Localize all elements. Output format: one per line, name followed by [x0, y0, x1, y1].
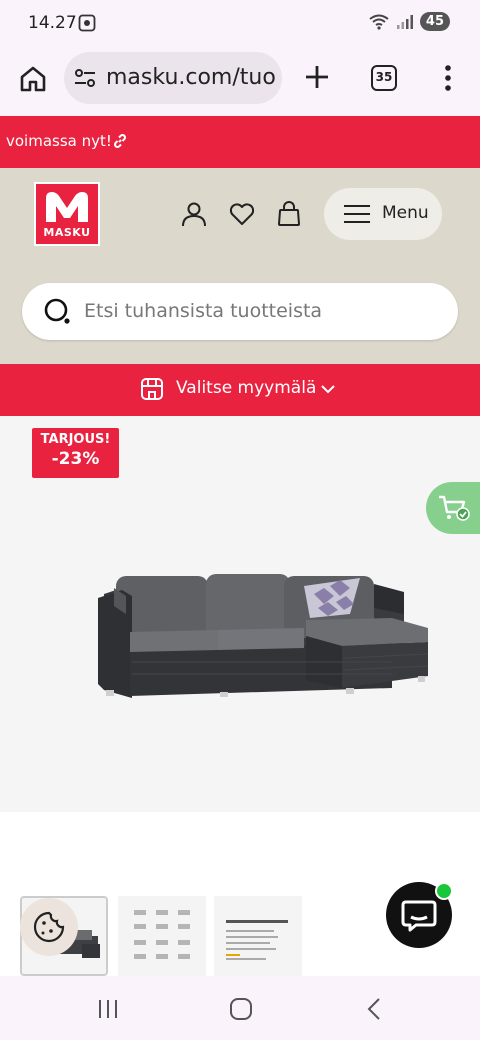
tab-switcher-button[interactable]: 35 — [371, 65, 397, 91]
home-nav-icon[interactable] — [228, 996, 254, 1022]
product-image-sofa[interactable] — [92, 566, 432, 716]
chevron-down-icon — [321, 385, 335, 394]
search-placeholder: Etsi tuhansista tuotteista — [84, 300, 323, 322]
screenshot-icon — [78, 14, 96, 32]
search-icon — [44, 298, 70, 324]
signal-icon — [396, 14, 413, 29]
bag-icon[interactable] — [275, 200, 303, 228]
logo-text: MASKU — [43, 226, 91, 239]
sale-badge-discount: -23% — [51, 449, 100, 469]
address-bar[interactable]: masku.com/tuo — [64, 52, 282, 104]
sale-badge: TARJOUS! -23% — [32, 428, 119, 478]
link-icon[interactable] — [112, 133, 128, 149]
thumbnail-info-sheet[interactable] — [214, 896, 302, 976]
sale-badge-label: TARJOUS! — [40, 432, 111, 447]
battery-indicator: 45 — [419, 12, 450, 31]
tune-icon[interactable] — [74, 68, 96, 88]
search-input[interactable]: Etsi tuhansista tuotteista — [22, 283, 458, 340]
wifi-icon — [369, 14, 389, 30]
cookie-icon — [33, 911, 65, 943]
browser-toolbar: masku.com/tuo 35 — [0, 48, 480, 116]
product-image-gallery[interactable]: TARJOUS! -23% — [0, 416, 480, 812]
url-text[interactable]: masku.com/tuo — [106, 65, 276, 90]
thumbnail-configurations-image — [134, 910, 190, 959]
home-icon[interactable] — [18, 64, 48, 94]
thumbnail-configurations[interactable] — [118, 896, 206, 976]
store-selector[interactable]: Valitse myymälä — [0, 364, 480, 416]
add-to-cart-fab[interactable] — [426, 482, 480, 534]
site-header: MASKU Menu Etsi tuhansista tuotteista — [0, 168, 480, 364]
menu-label: Menu — [382, 203, 429, 223]
status-time: 14.27 — [28, 13, 77, 33]
hamburger-icon — [344, 205, 370, 223]
more-vert-icon[interactable] — [438, 64, 458, 92]
store-icon — [141, 378, 163, 400]
status-bar: 14.27 45 — [0, 0, 480, 48]
recent-apps-icon[interactable] — [95, 996, 121, 1022]
gallery-spacer — [0, 812, 480, 888]
thumbnail-info-sheet-image — [226, 920, 288, 960]
status-icons: 45 — [368, 12, 450, 31]
masku-logo[interactable]: MASKU — [34, 182, 100, 246]
cart-check-icon — [439, 495, 470, 521]
heart-icon[interactable] — [228, 200, 256, 228]
back-icon[interactable] — [362, 996, 388, 1022]
page: 14.27 45 masku.com/tuo 35 voimassa nyt! … — [0, 0, 480, 1040]
user-icon[interactable] — [180, 200, 208, 228]
store-selector-label[interactable]: Valitse myymälä — [176, 378, 316, 398]
cookie-settings-button[interactable] — [20, 898, 78, 956]
promo-text[interactable]: voimassa nyt! — [6, 132, 112, 150]
chat-online-indicator — [435, 882, 453, 900]
plus-icon[interactable] — [303, 63, 331, 91]
logo-mark-icon — [46, 192, 88, 222]
promo-banner[interactable]: voimassa nyt! — [0, 116, 480, 168]
menu-button[interactable]: Menu — [324, 188, 442, 240]
system-navigation-bar — [0, 976, 480, 1040]
